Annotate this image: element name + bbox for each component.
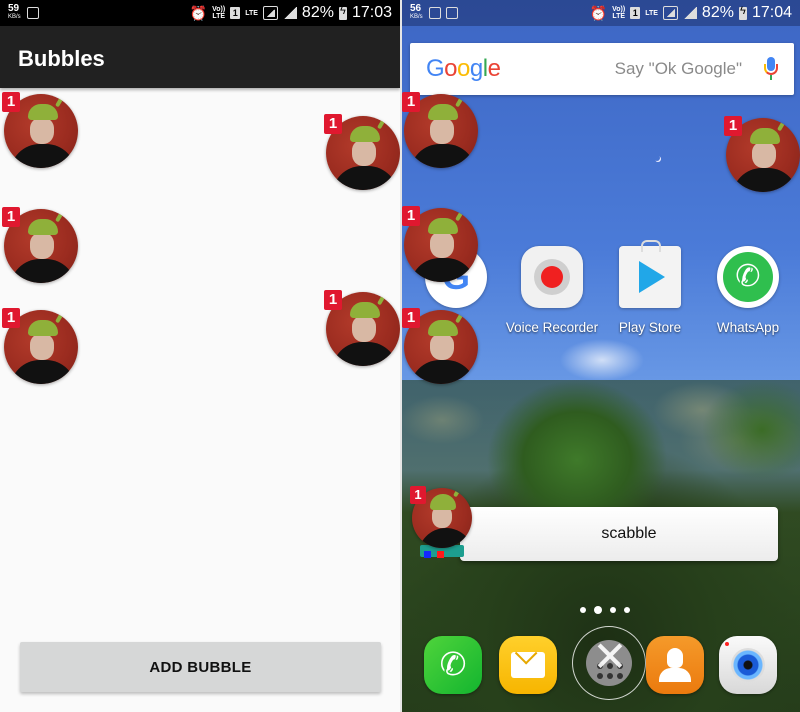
app-label: Play Store — [618, 320, 682, 335]
search-hint: Say "Ok Google" — [614, 59, 742, 78]
chat-bubble[interactable]: 1 — [2, 207, 78, 283]
app-label: WhatsApp — [716, 320, 780, 335]
network-speed-unit: KB/s — [8, 14, 21, 20]
wifi-icon — [26, 7, 39, 19]
network-speed-value: 59 — [8, 3, 20, 14]
unread-badge: 1 — [724, 116, 742, 136]
app-label: Voice Recorder — [505, 320, 599, 335]
signal-icon — [262, 6, 278, 20]
status-bar: 59 KB/s ⏰ Vo))LTE 1 LTE 82% 17:03 — [0, 0, 400, 26]
email-icon[interactable] — [499, 636, 557, 694]
lte-indicator: LTE — [245, 9, 258, 17]
unread-badge: 1 — [2, 207, 20, 227]
unread-badge: 1 — [324, 114, 342, 134]
unread-badge: 1 — [2, 92, 20, 112]
app-play-store[interactable]: Play Store — [602, 240, 698, 335]
page-dot-active[interactable] — [594, 606, 602, 614]
play-store-icon — [619, 240, 681, 308]
volte-indicator: Vo)) LTE — [612, 6, 626, 20]
left-screen-bubbles-app: 59 KB/s ⏰ Vo))LTE 1 LTE 82% 17:03 Bubble… — [0, 0, 400, 712]
network-speed-unit: KB/s — [410, 14, 423, 20]
battery-charging-icon — [338, 5, 347, 20]
voice-recorder-icon — [521, 246, 583, 308]
page-dot[interactable] — [624, 607, 630, 613]
signal-strength-icon — [282, 7, 297, 19]
bubble-dismiss-icon[interactable]: ✕ — [581, 627, 639, 687]
clock: 17:04 — [751, 4, 792, 21]
google-logo: Google — [426, 55, 501, 82]
alarm-icon: ⏰ — [189, 4, 208, 21]
unread-badge: 1 — [402, 206, 420, 226]
chat-bubble[interactable]: 1 — [402, 308, 478, 384]
page-indicator[interactable] — [580, 606, 630, 614]
app-title: Bubbles — [18, 46, 105, 71]
lte-indicator: LTE — [645, 9, 658, 17]
status-bar: 56 KB/s ⏰ Vo))LTE 1 LTE 82% 17:04 — [402, 0, 800, 26]
notification-text: scabble — [601, 525, 657, 542]
right-screen-home: 56 KB/s ⏰ Vo))LTE 1 LTE 82% 17:04 Google… — [402, 0, 800, 712]
network-speed-value: 56 — [410, 3, 422, 14]
app-voice-recorder[interactable]: Voice Recorder — [504, 246, 600, 335]
sim-icon: 1 — [630, 7, 641, 19]
network-speed: 56 KB/s — [410, 3, 423, 21]
camera-icon[interactable] — [719, 636, 777, 694]
unread-badge: 1 — [324, 290, 342, 310]
chat-bubble[interactable]: 1 — [324, 290, 400, 366]
battery-percent: 82% — [701, 4, 734, 21]
unread-badge: 1 — [402, 308, 420, 328]
chat-bubble[interactable]: 1 — [2, 308, 78, 384]
signal-icon — [662, 6, 678, 20]
wallpaper-moon — [654, 155, 660, 161]
signal-strength-icon — [682, 7, 697, 19]
app-whatsapp[interactable]: WhatsApp — [700, 246, 796, 335]
chat-bubble[interactable]: 1 — [402, 206, 478, 282]
unread-badge: 1 — [2, 308, 20, 328]
apps-drawer-icon[interactable]: ✕ — [572, 626, 646, 700]
bubble-notification-card[interactable]: scabble — [460, 507, 778, 561]
page-dot[interactable] — [610, 607, 616, 613]
gallery-notification-icon — [428, 7, 441, 19]
add-bubble-button[interactable]: ADD BUBBLE — [20, 642, 381, 692]
phone-icon[interactable] — [424, 636, 482, 694]
chat-bubble[interactable]: 1 — [402, 92, 478, 168]
chat-bubble[interactable]: 1 — [2, 92, 78, 168]
network-speed: 59 KB/s — [8, 3, 21, 21]
alarm-icon: ⏰ — [589, 4, 608, 21]
whatsapp-icon — [717, 246, 779, 308]
unread-badge: 1 — [410, 486, 426, 504]
app-bar: Bubbles — [0, 26, 400, 88]
volte-indicator: Vo)) LTE — [212, 6, 226, 20]
unread-badge: 1 — [402, 92, 420, 112]
chat-bubble[interactable]: 1 — [724, 116, 800, 192]
microphone-icon[interactable] — [764, 57, 778, 81]
clock: 17:03 — [351, 4, 392, 21]
chat-bubble[interactable]: 1 — [324, 114, 400, 190]
chat-bubble[interactable]: 1 — [410, 486, 474, 550]
battery-charging-icon — [738, 5, 747, 20]
contacts-icon[interactable] — [646, 636, 704, 694]
google-search-bar[interactable]: Google Say "Ok Google" — [410, 43, 794, 95]
wifi-icon — [445, 7, 458, 19]
battery-percent: 82% — [301, 4, 334, 21]
page-dot[interactable] — [580, 607, 586, 613]
sim-icon: 1 — [230, 7, 241, 19]
